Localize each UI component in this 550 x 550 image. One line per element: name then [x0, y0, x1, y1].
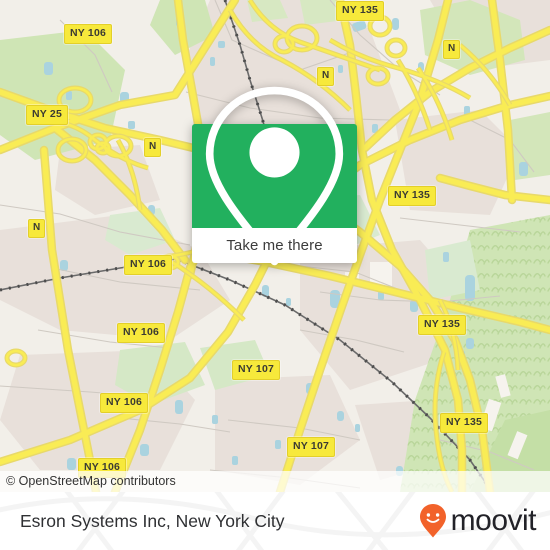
road-shield: NY 135 — [418, 315, 467, 335]
road-shield: NY 135 — [440, 413, 489, 433]
road-shield: N — [443, 40, 461, 59]
road-shield: N — [144, 138, 162, 157]
moovit-logo[interactable]: moovit — [418, 503, 537, 539]
road-shield: N — [28, 219, 46, 238]
road-shield: NY 106 — [100, 393, 149, 413]
moovit-smiley-pin-icon — [419, 504, 446, 538]
page-footer: Esron Systems Inc, New York City moovit — [0, 492, 550, 550]
map-canvas[interactable]: NY 106 NY 135 N NY 25 N N NY 135 N NY 106 NY 106 N… — [0, 0, 550, 492]
road-shield: NY 25 — [26, 105, 68, 125]
road-shield: NY 106 — [124, 255, 173, 275]
map-attribution: © OpenStreetMap contributors — [0, 471, 550, 492]
road-shield: NY 135 — [388, 186, 437, 206]
place-title: Esron Systems Inc, New York City — [20, 510, 285, 531]
road-shield: NY 107 — [287, 437, 336, 457]
road-shield: NY 106 — [64, 24, 113, 44]
footer-content: Esron Systems Inc, New York City moovit — [0, 492, 550, 550]
road-shield: NY 106 — [117, 323, 166, 343]
popup-pointer — [264, 139, 286, 152]
moovit-map-page: NY 106 NY 135 N NY 25 N N NY 135 N NY 106 NY 106 N… — [0, 0, 550, 550]
take-me-there-label: Take me there — [226, 237, 323, 254]
moovit-wordmark: moovit — [450, 504, 537, 537]
location-pin-icon — [205, 86, 344, 266]
